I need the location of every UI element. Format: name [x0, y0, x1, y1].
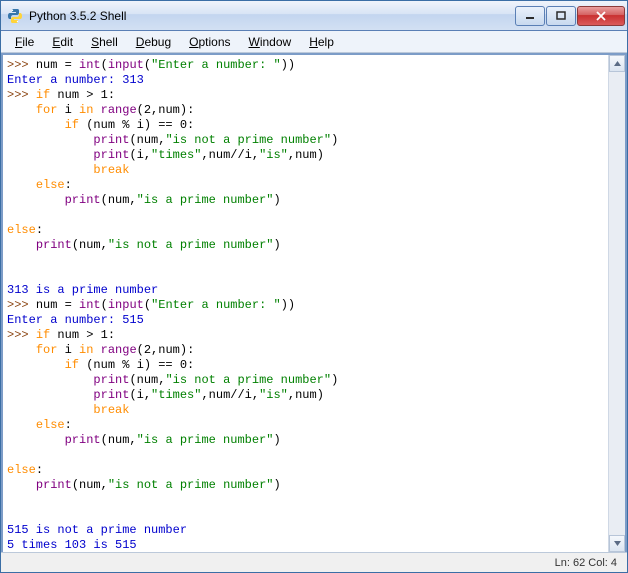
scroll-track[interactable] — [609, 72, 625, 535]
scroll-up-button[interactable] — [609, 55, 625, 72]
statusbar: Ln: 62 Col: 4 — [1, 552, 627, 572]
python-icon — [7, 8, 23, 24]
scroll-down-button[interactable] — [609, 535, 625, 552]
content-area: >>> num = int(input("Enter a number: "))… — [1, 53, 627, 552]
menu-file[interactable]: File — [7, 33, 42, 51]
menu-options[interactable]: Options — [181, 33, 238, 51]
menu-help[interactable]: Help — [301, 33, 342, 51]
titlebar: Python 3.5.2 Shell — [1, 1, 627, 31]
maximize-button[interactable] — [546, 6, 576, 26]
menu-edit[interactable]: Edit — [44, 33, 81, 51]
minimize-button[interactable] — [515, 6, 545, 26]
cursor-position: Ln: 62 Col: 4 — [555, 557, 617, 569]
menubar: File Edit Shell Debug Options Window Hel… — [1, 31, 627, 53]
vertical-scrollbar[interactable] — [608, 55, 625, 552]
close-button[interactable] — [577, 6, 625, 26]
window-controls — [515, 6, 625, 26]
window-title: Python 3.5.2 Shell — [29, 9, 515, 23]
menu-window[interactable]: Window — [241, 33, 300, 51]
shell-editor[interactable]: >>> num = int(input("Enter a number: "))… — [3, 55, 608, 552]
menu-debug[interactable]: Debug — [128, 33, 179, 51]
menu-shell[interactable]: Shell — [83, 33, 126, 51]
